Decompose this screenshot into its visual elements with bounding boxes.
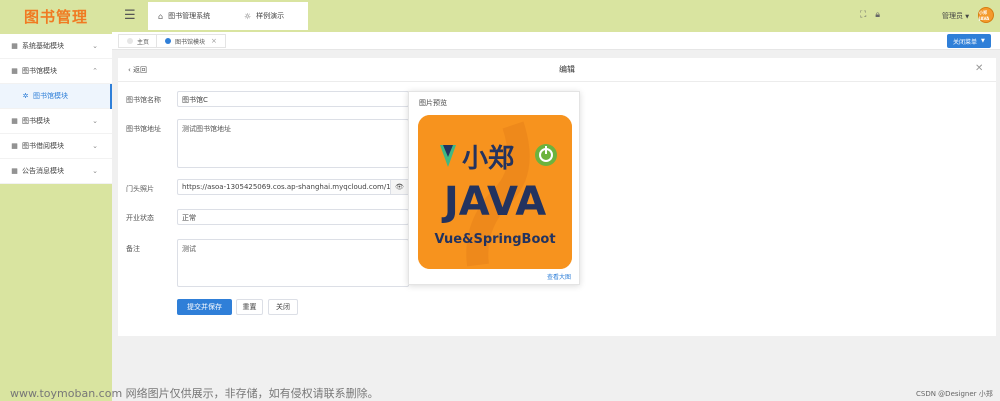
field-label-status: 开业状态 bbox=[126, 214, 154, 222]
header-tools: ⛶ 🔒︎ bbox=[860, 10, 880, 20]
field-label-address: 图书馆地址 bbox=[126, 125, 161, 133]
close-menu-label: 关闭菜单 bbox=[953, 38, 978, 46]
preview-title: 图片预览 bbox=[419, 99, 447, 107]
grid-icon: ▦ bbox=[11, 166, 18, 175]
reset-button[interactable]: 重置 bbox=[236, 299, 263, 315]
chevron-left-icon: ‹ bbox=[128, 66, 131, 74]
sidebar-item-borrow[interactable]: ▦ 图书借阅模块 ⌄ bbox=[0, 134, 112, 159]
avatar-text: 小郑JAVA bbox=[979, 9, 990, 21]
field-label-name: 图书馆名称 bbox=[126, 96, 161, 104]
java-logo-icon: 小郑 JAVA Vue&SpringBoot bbox=[418, 115, 572, 269]
chevron-up-icon: ⌃ bbox=[92, 67, 98, 75]
sidebar-item-label: 系统基础模块 bbox=[22, 42, 64, 50]
image-preview-popover: 图片预览 小郑 JAVA Vue&SpringBoot 查看大图 bbox=[408, 91, 580, 285]
close-menu-button[interactable]: 关闭菜单 ▼ bbox=[947, 34, 991, 48]
submit-save-button[interactable]: 提交并保存 bbox=[177, 299, 232, 315]
sidebar-item-library[interactable]: ✲ 图书馆模块 bbox=[0, 84, 112, 109]
status-select[interactable]: 正常 bbox=[177, 209, 409, 225]
view-large-link[interactable]: 查看大图 bbox=[547, 272, 571, 281]
hamburger-menu-icon[interactable]: ☰ bbox=[124, 9, 136, 22]
page-tab-label: 图书馆模块 bbox=[175, 38, 206, 46]
close-icon[interactable]: ✕ bbox=[975, 63, 983, 74]
top-bar: ☰ ⌂ 图书管理系统 ☼ 样例演示 ⛶ 🔒︎ 管理员 ▼ 小郑JAVA bbox=[112, 0, 1000, 32]
sidebar-item-system-base[interactable]: ▦ 系统基础模块 ⌄ bbox=[0, 34, 112, 59]
grid-icon: ▦ bbox=[11, 116, 18, 125]
sun-icon: ☼ bbox=[244, 11, 252, 21]
page-tab-library[interactable]: 图书馆模块 × bbox=[156, 34, 226, 48]
chevron-down-icon: ⌄ bbox=[92, 142, 98, 150]
sidebar-menu: ▦ 系统基础模块 ⌄ ▦ 图书馆模块 ⌃ ✲ 图书馆模块 ▦ 图书模块 ⌄ ▦ … bbox=[0, 34, 112, 184]
chevron-down-icon: ⌄ bbox=[92, 167, 98, 175]
sidebar-item-books[interactable]: ▦ 图书模块 ⌄ bbox=[0, 109, 112, 134]
preview-image[interactable]: 小郑 JAVA Vue&SpringBoot bbox=[418, 115, 572, 269]
chevron-down-icon: ⌄ bbox=[92, 42, 98, 50]
page-title: 编辑 bbox=[559, 65, 575, 74]
avatar[interactable]: 小郑JAVA bbox=[978, 7, 994, 23]
sidebar-item-label: 图书模块 bbox=[22, 117, 50, 125]
home-icon: ⌂ bbox=[158, 11, 164, 21]
logo-text-name: 小郑 bbox=[462, 144, 514, 174]
close-button[interactable]: 关闭 bbox=[268, 299, 298, 315]
library-address-textarea[interactable]: 测试图书馆地址 bbox=[177, 119, 409, 168]
page-tabs: 主页 图书馆模块 × 关闭菜单 ▼ bbox=[112, 32, 1000, 50]
tab-label: 样例演示 bbox=[256, 12, 285, 20]
credit-text: CSDN @Designer 小郑 bbox=[916, 390, 993, 398]
sidebar-item-label: 图书借阅模块 bbox=[22, 142, 64, 150]
tab-label: 图书管理系统 bbox=[168, 12, 211, 20]
remark-textarea[interactable]: 测试 bbox=[177, 239, 409, 287]
sidebar-item-label: 公告消息模块 bbox=[22, 167, 64, 175]
sidebar-item-library-group[interactable]: ▦ 图书馆模块 ⌃ bbox=[0, 59, 112, 84]
user-name: 管理员 bbox=[942, 12, 963, 20]
user-menu[interactable]: 管理员 ▼ bbox=[942, 11, 969, 21]
sidebar-item-label: 图书馆模块 bbox=[22, 67, 57, 75]
back-link[interactable]: ‹ 返回 bbox=[128, 65, 147, 75]
sidebar: 图书管理 ▦ 系统基础模块 ⌄ ▦ 图书馆模块 ⌃ ✲ 图书馆模块 ▦ 图书模块… bbox=[0, 0, 112, 401]
app-logo[interactable]: 图书管理 bbox=[0, 0, 112, 32]
grid-icon: ▦ bbox=[11, 141, 18, 150]
page-tab-label: 主页 bbox=[137, 38, 150, 46]
logo-text-stack: Vue&SpringBoot bbox=[434, 232, 555, 247]
eye-icon[interactable]: 👁︎ bbox=[390, 180, 408, 194]
caret-down-icon: ▼ bbox=[981, 38, 985, 44]
tab-library-system[interactable]: ⌂ 图书管理系统 bbox=[148, 2, 234, 30]
page-tab-home[interactable]: 主页 bbox=[118, 34, 159, 48]
fullscreen-icon[interactable]: ⛶ bbox=[860, 10, 866, 20]
caret-down-icon: ▼ bbox=[965, 14, 970, 20]
sidebar-item-notice[interactable]: ▦ 公告消息模块 ⌄ bbox=[0, 159, 112, 184]
field-label-photo: 门头照片 bbox=[126, 185, 154, 193]
sidebar-item-label: 图书馆模块 bbox=[33, 92, 68, 100]
tab-demo[interactable]: ☼ 样例演示 bbox=[234, 2, 308, 30]
lock-icon[interactable]: 🔒︎ bbox=[875, 10, 880, 20]
gear-icon: ✲ bbox=[22, 91, 29, 100]
close-icon[interactable]: × bbox=[211, 37, 217, 45]
divider bbox=[118, 81, 996, 82]
watermark-text: www.toymoban.com 网络图片仅供展示，非存储，如有侵权请联系删除。 bbox=[10, 387, 379, 400]
logo-text-java: JAVA bbox=[441, 179, 546, 225]
back-label: 返回 bbox=[133, 66, 148, 74]
field-label-remark: 备注 bbox=[126, 245, 140, 253]
tab-dot-icon bbox=[127, 38, 133, 44]
library-name-input[interactable]: 图书馆C bbox=[177, 91, 409, 107]
grid-icon: ▦ bbox=[11, 66, 18, 75]
tab-dot-icon bbox=[165, 38, 171, 44]
grid-icon: ▦ bbox=[11, 41, 18, 50]
photo-url-input[interactable]: https://asoa-1305425069.cos.ap-shanghai.… bbox=[177, 179, 409, 195]
chevron-down-icon: ⌄ bbox=[92, 117, 98, 125]
